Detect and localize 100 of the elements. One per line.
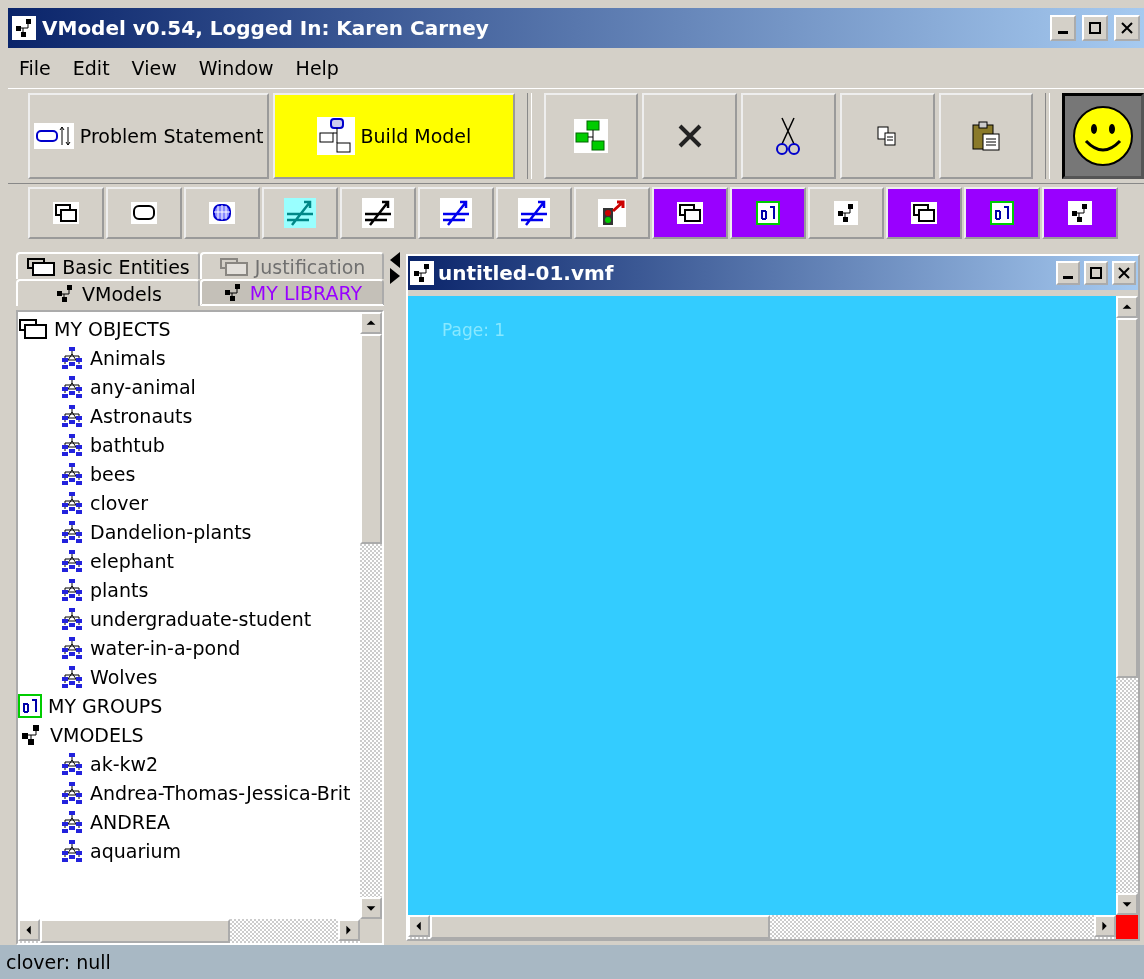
scroll-up-button[interactable] bbox=[360, 312, 382, 334]
tree-item[interactable]: plants bbox=[18, 575, 360, 604]
tree-item[interactable]: bathtub bbox=[18, 430, 360, 459]
network-icon bbox=[834, 201, 858, 225]
menu-item[interactable]: Window bbox=[187, 57, 285, 79]
minimize-button[interactable] bbox=[1056, 261, 1080, 285]
tree-item[interactable]: bees bbox=[18, 459, 360, 488]
tree-item[interactable]: Dandelion-plants bbox=[18, 517, 360, 546]
scrollbar-thumb[interactable] bbox=[360, 334, 382, 544]
maximize-button[interactable] bbox=[1084, 261, 1108, 285]
toolbar-button[interactable] bbox=[652, 187, 728, 239]
status-text: clover: null bbox=[6, 951, 111, 973]
close-button[interactable] bbox=[1112, 261, 1136, 285]
tree-item[interactable]: Andrea-Thomas-Jessica-Brit bbox=[18, 778, 360, 807]
vertical-scrollbar[interactable] bbox=[1116, 296, 1138, 915]
group-icon bbox=[756, 201, 780, 225]
expand-right-icon[interactable] bbox=[390, 268, 400, 284]
maximize-icon bbox=[1089, 22, 1101, 34]
tree-item[interactable]: Animals bbox=[18, 343, 360, 372]
windows-icon bbox=[677, 202, 703, 224]
menu-item[interactable]: View bbox=[120, 57, 188, 79]
statement-icon bbox=[33, 123, 74, 149]
rounded-box-icon bbox=[131, 202, 157, 224]
network-icon bbox=[1068, 201, 1092, 225]
windows-icon bbox=[218, 256, 249, 277]
page-label: Page: 1 bbox=[442, 320, 506, 340]
scrollbar-thumb[interactable] bbox=[40, 919, 230, 943]
tree-item[interactable]: undergraduate-student bbox=[18, 604, 360, 633]
copy-icon bbox=[876, 125, 899, 147]
toolbar-button[interactable] bbox=[496, 187, 572, 239]
tab[interactable]: Basic Entities bbox=[16, 252, 200, 279]
model-icon bbox=[60, 403, 84, 428]
collapse-left-icon[interactable] bbox=[390, 252, 400, 268]
horizontal-scrollbar[interactable] bbox=[18, 919, 360, 943]
tree-item[interactable]: aquarium bbox=[18, 836, 360, 865]
toolbar-button[interactable] bbox=[340, 187, 416, 239]
windows-icon bbox=[26, 256, 57, 277]
tree-item[interactable]: water-in-a-pond bbox=[18, 633, 360, 662]
tab[interactable]: VModels bbox=[16, 279, 200, 306]
toolbar-button[interactable] bbox=[28, 187, 104, 239]
link-icon bbox=[440, 198, 472, 228]
tree-node[interactable]: VMODELS bbox=[18, 720, 360, 749]
scroll-left-button[interactable] bbox=[18, 919, 40, 941]
scroll-right-button[interactable] bbox=[338, 919, 360, 941]
model-icon bbox=[60, 635, 84, 660]
model-icon bbox=[60, 548, 84, 573]
toolbar-button[interactable] bbox=[886, 187, 962, 239]
horizontal-scrollbar[interactable] bbox=[408, 915, 1138, 939]
mode-button[interactable]: Problem Statement bbox=[28, 93, 270, 179]
menu-item[interactable]: File bbox=[8, 57, 62, 79]
tree-item[interactable]: ak-kw2 bbox=[18, 749, 360, 778]
windows-icon bbox=[911, 202, 937, 224]
menu-item[interactable]: Edit bbox=[61, 57, 121, 79]
scroll-up-button[interactable] bbox=[1116, 296, 1138, 318]
model-icon bbox=[60, 809, 84, 834]
tree-item[interactable]: Wolves bbox=[18, 662, 360, 691]
smiley-button[interactable] bbox=[1062, 93, 1144, 179]
close-button[interactable] bbox=[1114, 15, 1140, 41]
toolbar-button[interactable] bbox=[106, 187, 182, 239]
globe-icon bbox=[209, 202, 235, 224]
model-icon bbox=[60, 345, 84, 370]
windows-icon bbox=[53, 202, 79, 224]
scroll-down-button[interactable] bbox=[360, 897, 382, 919]
vertical-scrollbar[interactable] bbox=[360, 312, 382, 919]
model-icon bbox=[60, 577, 84, 602]
tree-item[interactable]: clover bbox=[18, 488, 360, 517]
paste-icon bbox=[970, 120, 1001, 152]
model-icon bbox=[60, 490, 84, 515]
close-icon bbox=[1118, 267, 1130, 279]
document-title: untitled-01.vmf bbox=[438, 261, 615, 285]
tree-node[interactable]: MY GROUPS bbox=[18, 691, 360, 720]
tree-item[interactable]: elephant bbox=[18, 546, 360, 575]
model-icon bbox=[60, 664, 84, 689]
minimize-button[interactable] bbox=[1050, 15, 1076, 41]
scrollbar-thumb[interactable] bbox=[430, 915, 770, 939]
toolbar-button[interactable] bbox=[418, 187, 494, 239]
tree-item[interactable]: ANDREA bbox=[18, 807, 360, 836]
status-indicator bbox=[1116, 915, 1138, 939]
menu-item[interactable]: Help bbox=[284, 57, 350, 79]
tree-item[interactable]: any-animal bbox=[18, 372, 360, 401]
smiley-icon bbox=[1072, 105, 1135, 167]
window-title: VModel v0.54, Logged In: Karen Carney bbox=[42, 16, 490, 40]
toolbar-button[interactable] bbox=[741, 93, 836, 179]
toolbar-button[interactable] bbox=[574, 187, 650, 239]
scroll-down-button[interactable] bbox=[1116, 893, 1138, 915]
link-icon bbox=[362, 198, 394, 228]
maximize-button[interactable] bbox=[1082, 15, 1108, 41]
model-icon bbox=[60, 461, 84, 486]
model-icon bbox=[60, 780, 84, 805]
minimize-icon bbox=[1058, 30, 1068, 34]
scrollbar-thumb[interactable] bbox=[1116, 318, 1138, 678]
toolbar-button[interactable] bbox=[184, 187, 260, 239]
scroll-right-button[interactable] bbox=[1094, 915, 1116, 937]
toolbar-button[interactable] bbox=[642, 93, 738, 179]
mode-button[interactable]: Build Model bbox=[273, 93, 515, 179]
tree-node[interactable]: MY OBJECTS bbox=[18, 314, 360, 343]
model-icon bbox=[60, 519, 84, 544]
model-icon bbox=[60, 838, 84, 863]
scroll-left-button[interactable] bbox=[408, 915, 430, 937]
tree-item[interactable]: Astronauts bbox=[18, 401, 360, 430]
